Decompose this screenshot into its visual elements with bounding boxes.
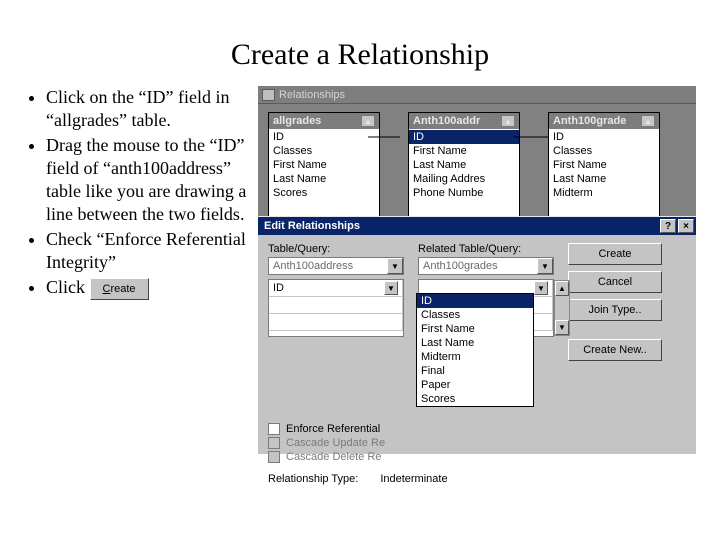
field-item[interactable]: ID (269, 130, 379, 144)
create-new-button[interactable]: Create New.. (568, 339, 662, 361)
scroll-up-icon[interactable]: ▲ (641, 115, 655, 127)
dropdown-item[interactable]: First Name (417, 322, 533, 336)
help-icon[interactable]: ? (660, 219, 676, 233)
close-icon[interactable]: × (678, 219, 694, 233)
field-item[interactable]: First Name (409, 144, 519, 158)
dropdown-item[interactable]: Midterm (417, 350, 533, 364)
dropdown-item[interactable]: Last Name (417, 336, 533, 350)
scroll-up-icon[interactable]: ▲ (501, 115, 515, 127)
table-allgrades[interactable]: allgrades ▲ ID Classes First Name Last N… (268, 112, 380, 224)
bullet-list: Click on the “ID” field in “allgrades” t… (0, 86, 258, 454)
join-type-button[interactable]: Join Type.. (568, 299, 662, 321)
cascade-delete-checkbox-row: Cascade Delete Re (268, 451, 686, 463)
field-item-selected[interactable]: ID (409, 130, 519, 144)
checkbox-label: Cascade Delete Re (286, 451, 381, 463)
bullet-item-label: Click (46, 277, 85, 297)
combo-value: Anth100grades (423, 260, 498, 272)
chevron-down-icon[interactable]: ▼ (534, 281, 548, 295)
grid-cell[interactable]: ID ▼ (269, 280, 403, 296)
dropdown-item[interactable]: Final (417, 364, 533, 378)
cascade-update-checkbox-row: Cascade Update Re (268, 437, 686, 449)
table-title[interactable]: Anth100addr ▲ (409, 113, 519, 129)
field-item[interactable]: Classes (269, 144, 379, 158)
relationships-titlebar: Relationships (258, 86, 696, 104)
scroll-up-icon[interactable]: ▲ (555, 281, 569, 296)
chevron-down-icon[interactable]: ▼ (384, 281, 398, 295)
relationships-title-text: Relationships (279, 89, 345, 101)
relationship-type-value: Indeterminate (380, 473, 447, 485)
cancel-button[interactable]: Cancel (568, 271, 662, 293)
table-title-text: Anth100grade (553, 115, 626, 127)
relationship-type-label: Relationship Type: (268, 473, 358, 485)
dropdown-item[interactable]: Paper (417, 378, 533, 392)
enforce-referential-checkbox-row[interactable]: Enforce Referential (268, 423, 686, 435)
field-dropdown-list[interactable]: ID Classes First Name Last Name Midterm … (416, 293, 534, 407)
field-item[interactable]: First Name (549, 158, 659, 172)
field-item[interactable]: Last Name (409, 158, 519, 172)
inline-create-button[interactable]: Create (90, 278, 149, 300)
checkbox (268, 451, 280, 463)
chevron-down-icon[interactable]: ▼ (537, 258, 553, 274)
chevron-down-icon[interactable]: ▼ (387, 258, 403, 274)
field-item[interactable]: Scores (269, 186, 379, 200)
table-query-label: Table/Query: (268, 243, 404, 255)
bullet-item: Check “Enforce Referential Integrity” (46, 228, 252, 274)
checkbox-label: Enforce Referential (286, 423, 380, 435)
relationships-canvas[interactable]: allgrades ▲ ID Classes First Name Last N… (258, 104, 696, 224)
grid-scrollbar[interactable]: ▲ ▼ (554, 280, 570, 336)
combo-value: Anth100address (273, 260, 353, 272)
checkbox-label: Cascade Update Re (286, 437, 385, 449)
bullet-item: Click on the “ID” field in “allgrades” t… (46, 86, 252, 132)
table-title[interactable]: Anth100grade ▲ (549, 113, 659, 129)
dialog-titlebar[interactable]: Edit Relationships ? × (258, 217, 696, 235)
right-table-combo[interactable]: Anth100grades ▼ (418, 257, 554, 275)
scroll-up-icon[interactable]: ▲ (361, 115, 375, 127)
field-item[interactable]: ID (549, 130, 659, 144)
edit-relationships-dialog: Edit Relationships ? × Table/Query: Anth… (258, 216, 696, 454)
table-title-text: allgrades (273, 115, 321, 127)
field-item[interactable]: Mailing Addres (409, 172, 519, 186)
table-title[interactable]: allgrades ▲ (269, 113, 379, 129)
dropdown-item[interactable]: Scores (417, 392, 533, 406)
field-grid-left[interactable]: ID ▼ (268, 279, 404, 337)
checkbox[interactable] (268, 423, 280, 435)
dropdown-item[interactable]: Classes (417, 308, 533, 322)
table-title-text: Anth100addr (413, 115, 480, 127)
table-anth100address[interactable]: Anth100addr ▲ ID First Name Last Name Ma… (408, 112, 520, 224)
field-item[interactable]: Last Name (549, 172, 659, 186)
grid-cell[interactable] (269, 297, 403, 313)
field-item[interactable]: Last Name (269, 172, 379, 186)
field-item[interactable]: First Name (269, 158, 379, 172)
field-item[interactable]: Midterm (549, 186, 659, 200)
create-button[interactable]: Create (568, 243, 662, 265)
relationships-window-screenshot: Relationships allgrades ▲ ID Classes Fir… (258, 86, 696, 454)
scroll-down-icon[interactable]: ▼ (555, 320, 569, 335)
window-icon (262, 89, 275, 101)
dropdown-item-selected[interactable]: ID (417, 294, 533, 308)
related-table-query-label: Related Table/Query: (418, 243, 554, 255)
field-item[interactable]: Classes (549, 144, 659, 158)
left-table-combo[interactable]: Anth100address ▼ (268, 257, 404, 275)
slide-title: Create a Relationship (0, 0, 720, 86)
checkbox (268, 437, 280, 449)
bullet-item: Click Create (46, 276, 252, 300)
bullet-item: Drag the mouse to the “ID” field of “ant… (46, 134, 252, 226)
dialog-title-text: Edit Relationships (264, 220, 360, 232)
grid-cell[interactable] (269, 314, 403, 330)
table-anth100grades[interactable]: Anth100grade ▲ ID Classes First Name Las… (548, 112, 660, 224)
grid-cell-value: ID (273, 282, 284, 294)
field-item[interactable]: Phone Numbe (409, 186, 519, 200)
